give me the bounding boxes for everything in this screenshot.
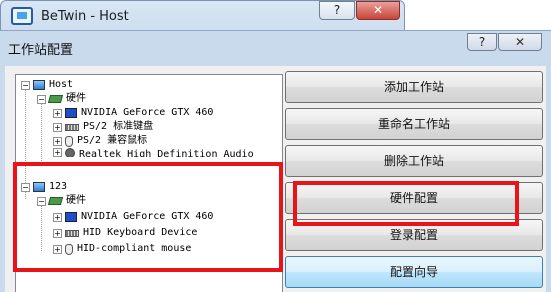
tree-node-label: 硬件 [66,93,86,104]
tree-node-host-hardware[interactable]: − 硬件 [37,92,86,106]
help-button[interactable]: ? [319,1,355,20]
rename-workstation-button[interactable]: 重命名工作站 [285,108,543,140]
collapse-icon[interactable]: − [21,80,30,90]
config-wizard-button[interactable]: 配置向导 [285,256,543,288]
dialog-close-button[interactable]: ✕ [498,33,542,51]
collapse-icon[interactable]: − [37,94,46,104]
expand-icon[interactable]: + [53,148,62,157]
expand-icon[interactable]: + [53,122,62,132]
tree-node-label: PS/2 标准键盘 [83,121,154,132]
close-button[interactable]: ✕ [356,1,400,20]
expand-icon[interactable]: + [53,136,62,146]
tree-node-host-keyboard[interactable]: + PS/2 标准键盘 [53,120,153,134]
tree-node-host-mouse[interactable]: + PS/2 兼容鼠标 [53,134,147,148]
dialog-title: 工作站配置 [8,43,74,58]
computer-icon [33,80,45,90]
tree-node-label: NVIDIA GeForce GTX 460 [81,107,214,118]
tree-node-label: Host [49,79,74,90]
dialog-caption-buttons: ? ✕ [467,33,542,51]
tree-highlight-box [13,162,283,272]
tree-node-host[interactable]: − Host [21,78,73,92]
dialog-help-button[interactable]: ? [467,33,497,51]
mouse-icon [65,135,73,147]
tree-node-host-gpu[interactable]: + NVIDIA GeForce GTX 460 [53,106,213,120]
tree-node-host-audio[interactable]: + Realtek High Definition Audio [53,148,254,157]
speaker-icon [65,148,75,157]
window-title: BeTwin - Host [41,9,129,24]
tree-node-label: PS/2 兼容鼠标 [77,135,148,146]
delete-workstation-button[interactable]: 删除工作站 [285,145,543,177]
keyboard-icon [65,123,79,131]
window-caption-buttons: ? ✕ [319,1,400,22]
betwin-app-icon [11,7,33,25]
monitor-icon [65,108,77,118]
tree-node-label: Realtek High Definition Audio [79,149,254,157]
add-workstation-button[interactable]: 添加工作站 [285,71,543,103]
expand-icon[interactable]: + [53,108,62,118]
hardware-button-highlight-box [293,181,519,226]
hardware-icon [47,95,64,103]
